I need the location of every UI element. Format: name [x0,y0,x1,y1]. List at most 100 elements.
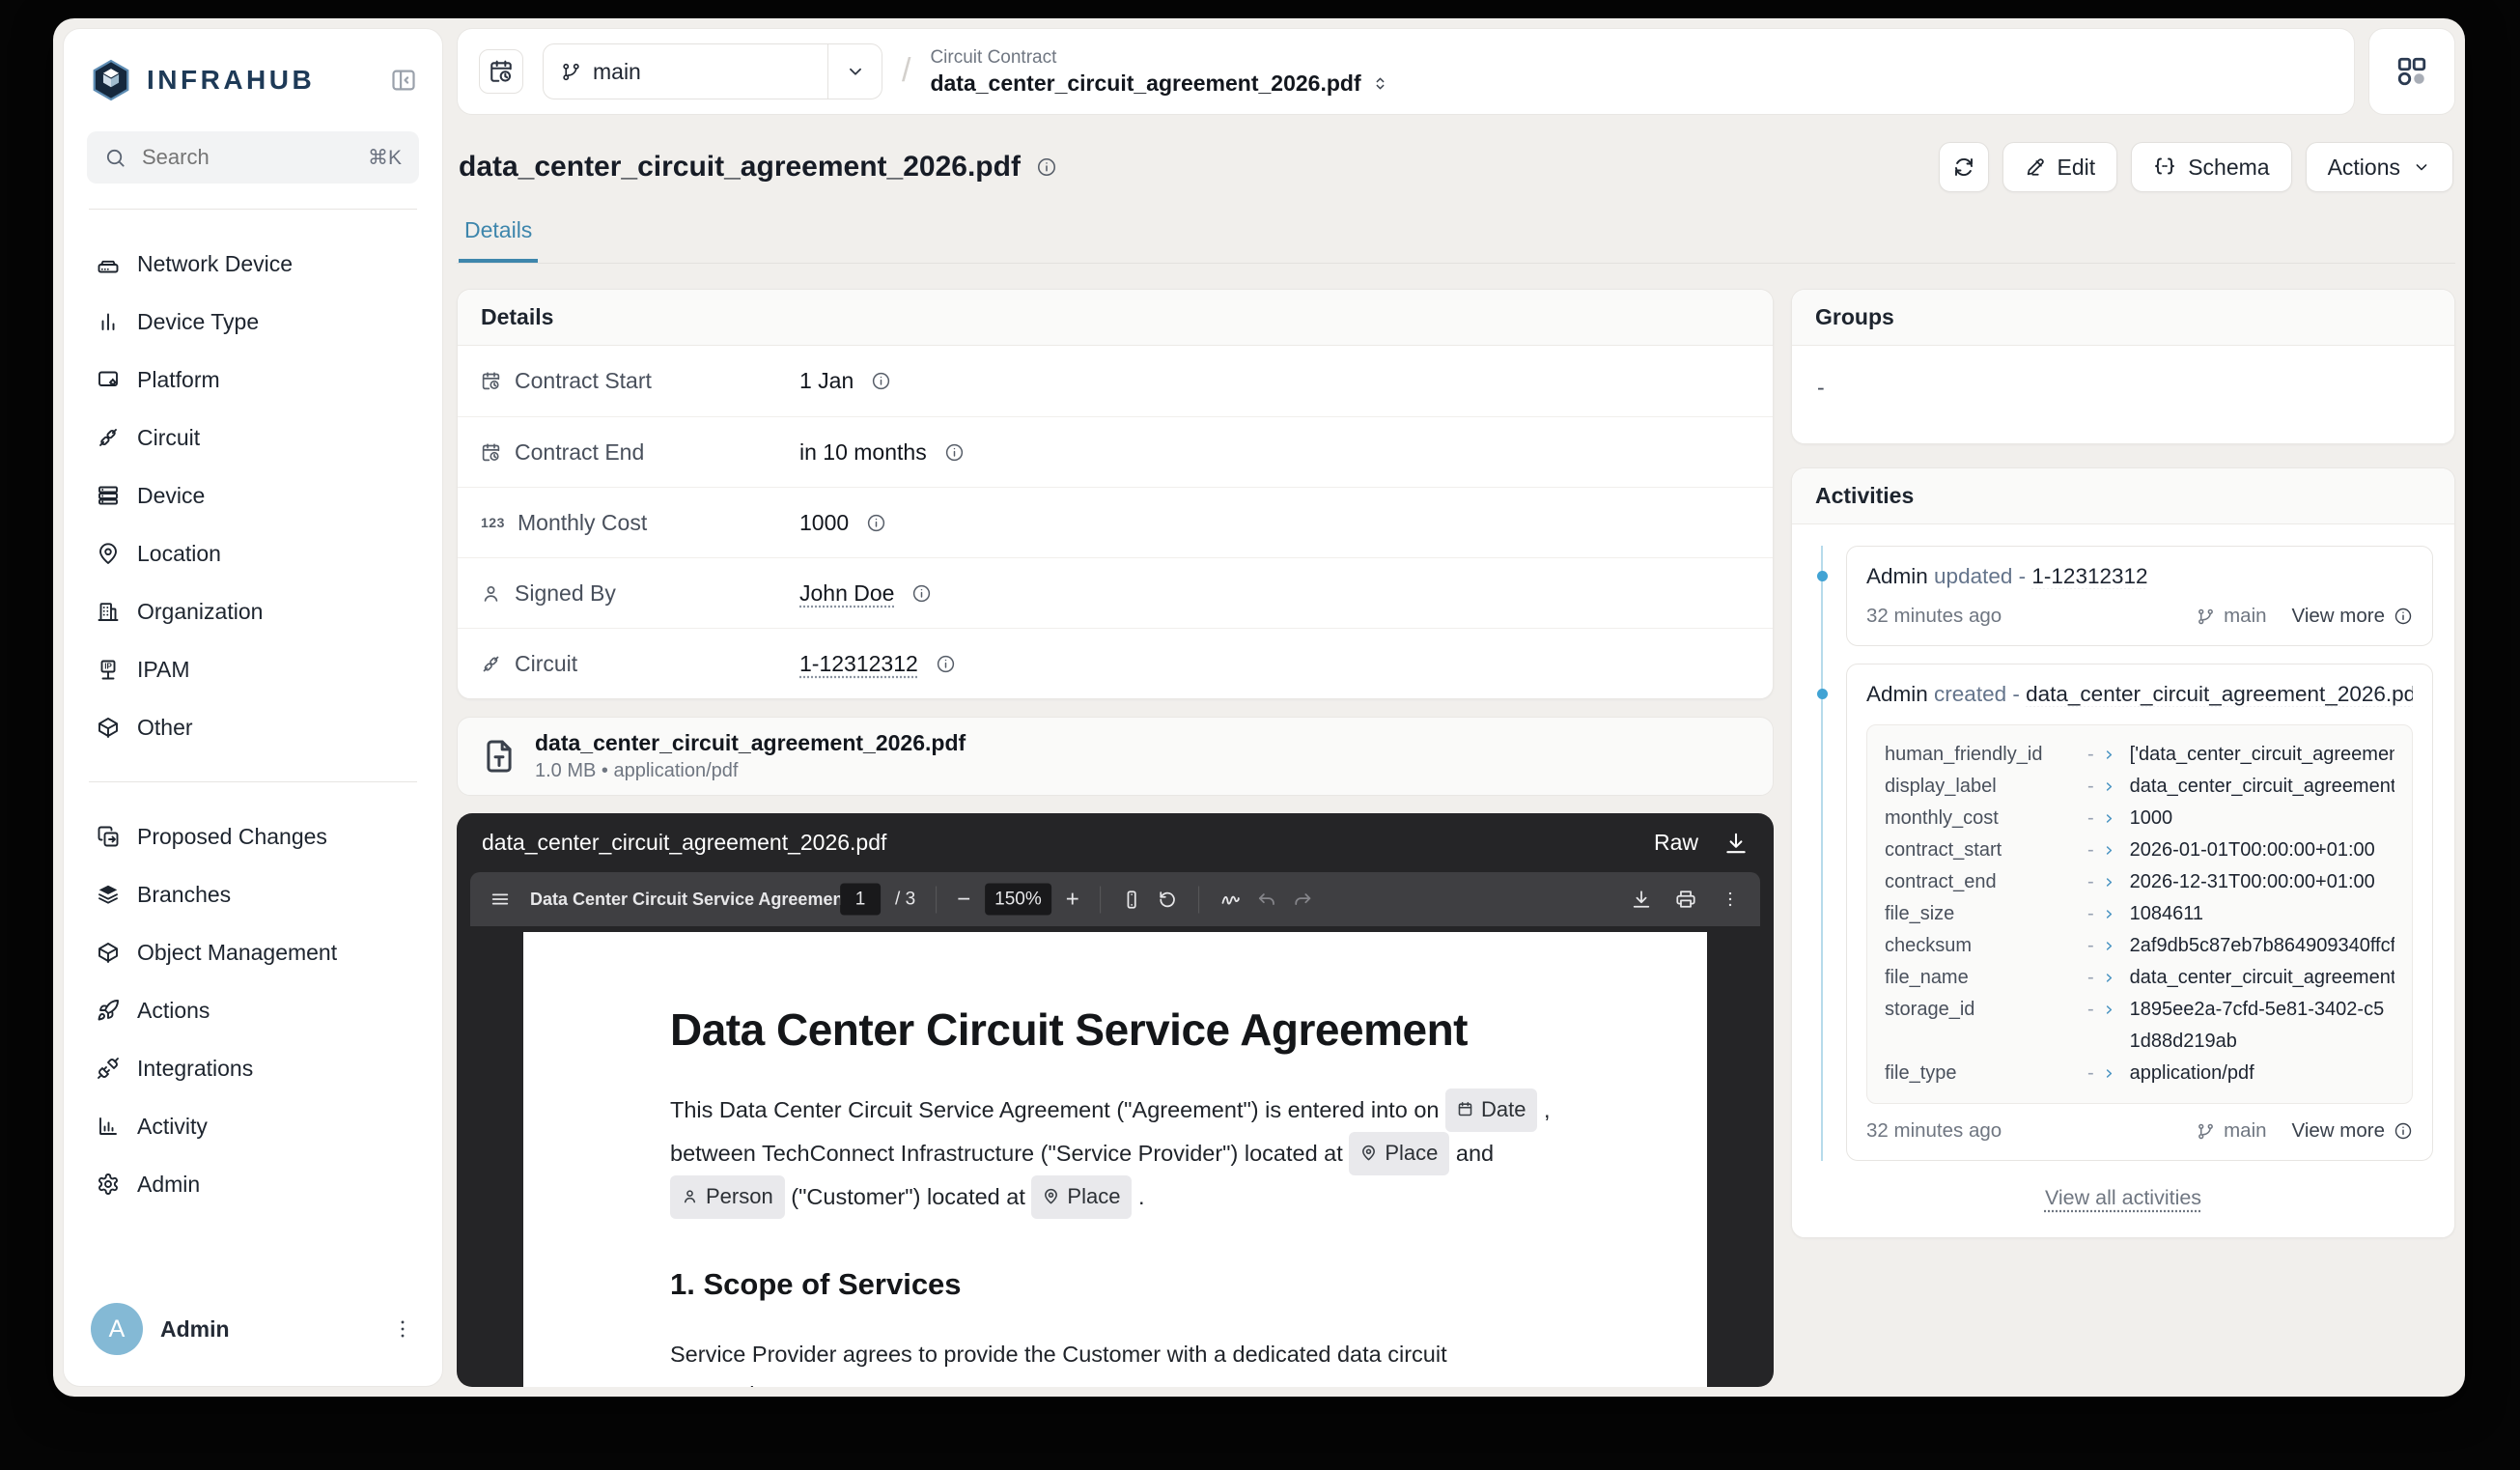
actions-dropdown[interactable]: Actions [2306,142,2453,192]
property-value: 1000 [2130,803,2394,834]
tab-details[interactable]: Details [459,217,538,263]
sidebar: INFRAHUB ⌘K Network Device Device Type P… [63,28,443,1387]
pdf-viewer: data_center_circuit_agreement_2026.pdf R… [457,813,1774,1387]
scroll-mode-button[interactable] [1121,889,1142,910]
undo-button[interactable] [1256,889,1277,910]
schema-button[interactable]: Schema [2131,142,2291,192]
sidebar-item[interactable]: Circuit [87,409,419,466]
sidebar-item-icon [97,825,120,848]
sidebar-divider [89,781,417,782]
user-menu-button[interactable] [390,1316,415,1342]
rotate-button[interactable] [1157,889,1178,910]
sidebar-item[interactable]: Device [87,466,419,524]
sidebar-item[interactable]: Platform [87,351,419,409]
chevron-right-icon [2102,771,2116,803]
number-icon: 123 [481,515,504,530]
sidebar-item[interactable]: Proposed Changes [87,807,419,865]
sidebar-item[interactable]: Object Management [87,923,419,981]
pdf-stage[interactable]: Data Center Circuit Service Agreement Th… [457,926,1774,1387]
sidebar-item[interactable]: Admin [87,1155,419,1213]
pdf-download-button[interactable] [1631,889,1652,910]
detail-label: Circuit [515,651,577,677]
sidebar-item[interactable]: Device Type [87,293,419,351]
graph-view-button[interactable] [2368,28,2455,115]
breadcrumb-object-name[interactable]: data_center_circuit_agreement_2026.pdf [930,71,1360,97]
sidebar-item[interactable]: Organization [87,582,419,640]
detail-row-icon [481,583,501,604]
property-key: contract_start [1885,834,2084,866]
main-area: main / Circuit Contract data_center_circ… [457,28,2455,1387]
property-key: human_friendly_id [1885,739,2084,771]
info-icon[interactable] [866,513,886,533]
sidebar-item-label: Integrations [137,1056,253,1082]
pencil-icon [2025,156,2046,178]
edit-button[interactable]: Edit [2002,142,2118,192]
title-info-icon[interactable] [1036,156,1057,178]
sidebar-collapse-button[interactable] [390,67,417,94]
property-old-value: - [2087,803,2094,834]
view-more-link[interactable]: View more [2292,1119,2413,1143]
zoom-level[interactable]: 150% [985,884,1051,916]
file-attachment[interactable]: data_center_circuit_agreement_2026.pdf 1… [457,717,1774,796]
search-input[interactable] [140,144,354,171]
raw-button[interactable]: Raw [1654,830,1698,856]
pdf-doc-title: Data Center Circuit Service Agreement [530,890,849,910]
view-more-link[interactable]: View more [2292,605,2413,628]
sidebar-item[interactable]: Actions [87,981,419,1039]
logo-row: INFRAHUB [89,58,417,102]
sidebar-item-label: Branches [137,882,231,908]
sidebar-search[interactable]: ⌘K [87,131,419,184]
detail-row: Contract Start 1 Jan [458,346,1773,416]
branch-selector-chevron[interactable] [827,44,882,99]
info-icon[interactable] [944,442,965,463]
detail-label: Contract End [515,439,644,466]
pdf-viewer-header: data_center_circuit_agreement_2026.pdf R… [457,813,1774,872]
breadcrumb-bar: main / Circuit Contract data_center_circ… [457,28,2355,115]
pdf-page-input[interactable]: 1 [840,884,881,916]
activity-action: updated [1934,564,2012,588]
chevron-right-icon [2102,739,2116,771]
detail-label: Signed By [515,580,616,607]
sidebar-item[interactable]: Other [87,698,419,756]
activity-entry: Admin updated - 1-12312312 32 minutes ag… [1846,546,2433,646]
draw-button[interactable] [1219,889,1242,911]
activity-target-link[interactable]: data_center_circuit_agreement_2026.pdf [2026,682,2413,706]
download-file-button[interactable] [1723,831,1749,856]
time-travel-button[interactable] [479,49,523,94]
sidebar-item[interactable]: Branches [87,865,419,923]
branch-selector[interactable]: main [543,43,882,99]
property-value: 1895ee2a-7cfd-5e81-3402-c51d88d219ab [2130,994,2394,1058]
sidebar-item[interactable]: Location [87,524,419,582]
sidebar-item-icon [97,1115,120,1138]
sidebar-item-icon [97,484,120,507]
chevron-right-icon [2102,898,2116,930]
sidebar-item[interactable]: Network Device [87,235,419,293]
details-panel: Details Contract Start 1 Jan [457,289,1774,699]
info-icon[interactable] [871,371,891,391]
property-old-value: - [2087,739,2094,771]
refresh-button[interactable] [1939,142,1989,192]
activity-target-link[interactable]: 1-12312312 [2031,564,2147,588]
pdf-more-button[interactable] [1720,889,1741,910]
property-key: file_type [1885,1058,2084,1089]
pdf-sidebar-toggle-icon[interactable] [490,889,511,910]
sidebar-item[interactable]: Integrations [87,1039,419,1097]
sidebar-item-label: Activity [137,1114,208,1140]
activity-actor: Admin [1866,682,1928,706]
info-icon[interactable] [936,654,956,674]
git-branch-icon [561,62,581,82]
property-value: application/pdf [2130,1058,2394,1089]
zoom-in-button[interactable]: + [1066,886,1079,913]
sidebar-item-icon [97,716,120,739]
sidebar-divider [89,209,417,210]
sidebar-item[interactable]: IPAM [87,640,419,698]
sidebar-item[interactable]: Activity [87,1097,419,1155]
view-all-activities: View all activities [1813,1186,2433,1210]
property-key: contract_end [1885,866,2084,898]
zoom-out-button[interactable]: − [957,886,970,913]
redo-button[interactable] [1292,889,1313,910]
pdf-print-button[interactable] [1675,889,1696,910]
avatar: A [91,1303,143,1355]
breadcrumb-select-icon[interactable] [1371,74,1389,93]
info-icon[interactable] [911,583,932,604]
